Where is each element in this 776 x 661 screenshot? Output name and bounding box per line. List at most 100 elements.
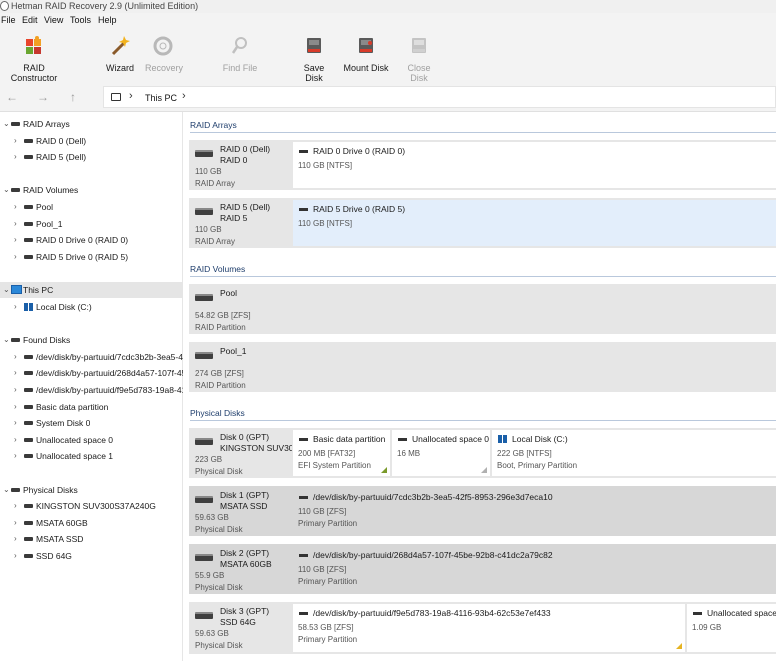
disk-name: RAID 5 (Dell) — [220, 202, 271, 212]
raid-volume-card[interactable]: Pool 54.82 GB [ZFS] RAID Partition — [189, 284, 776, 334]
find-file-button[interactable]: Find File — [222, 35, 258, 73]
chevron-right-icon[interactable]: › — [14, 548, 17, 564]
breadcrumb-this-pc[interactable]: This PC — [145, 93, 177, 103]
tree-group-found-disks[interactable]: ⌄ Found Disks — [0, 332, 183, 348]
chevron-right-icon[interactable]: › — [14, 299, 17, 315]
up-arrow-icon[interactable]: ↑ — [70, 90, 76, 104]
chevron-right-icon[interactable]: › — [14, 531, 17, 547]
tree-item[interactable]: › RAID 0 (Dell) — [0, 133, 183, 149]
raid-array-card[interactable]: RAID 5 (Dell) RAID 5 110 GB RAID Array R… — [189, 198, 776, 248]
chevron-right-icon[interactable]: › — [14, 349, 17, 365]
lifebuoy-icon — [153, 35, 173, 57]
physical-disk-card[interactable]: Disk 1 (GPT) MSATA SSD 59.63 GB Physical… — [189, 486, 776, 536]
tree-item[interactable]: › RAID 5 (Dell) — [0, 149, 183, 165]
wizard-button[interactable]: Wizard — [104, 35, 136, 73]
partition-tile[interactable]: /dev/disk/by-partuuid/f9e5d783-19a8-4116… — [293, 604, 685, 652]
chevron-right-icon[interactable]: › — [14, 515, 17, 531]
disk-type: Physical Disk — [195, 525, 243, 534]
tree-item[interactable]: › /dev/disk/by-partuuid/f9e5d783-19a8-41 — [0, 382, 183, 398]
tree-item[interactable]: › MSATA 60GB — [0, 515, 183, 531]
tree-item[interactable]: › RAID 0 Drive 0 (RAID 0) — [0, 232, 183, 248]
partition-tile[interactable]: Basic data partition 200 MB [FAT32] EFI … — [293, 430, 390, 476]
partition-tile[interactable]: RAID 0 Drive 0 (RAID 0) 110 GB [NTFS] — [293, 142, 776, 188]
tree-item-label: SSD 64G — [36, 551, 72, 561]
disk-icon — [24, 421, 33, 425]
chevron-right-icon[interactable]: › — [14, 498, 17, 514]
chevron-right-icon[interactable]: › — [14, 249, 17, 265]
tree-item[interactable]: › System Disk 0 — [0, 415, 183, 431]
chevron-down-icon[interactable]: ⌄ — [3, 182, 10, 198]
tree-item[interactable]: › KINGSTON SUV300S37A240G — [0, 498, 183, 514]
tree-item[interactable]: › Unallocated space 0 — [0, 432, 183, 448]
chevron-right-icon[interactable]: › — [14, 448, 17, 464]
wizard-wand-icon — [110, 35, 130, 57]
tree-item[interactable]: › /dev/disk/by-partuuid/7cdc3b2b-3ea5-42 — [0, 349, 183, 365]
chevron-down-icon[interactable]: ⌄ — [3, 482, 10, 498]
partition-size: 200 MB [FAT32] — [298, 449, 356, 458]
volume-size: 274 GB [ZFS] — [195, 369, 244, 378]
chevron-down-icon[interactable]: ⌄ — [3, 116, 10, 132]
tree-item-label: Pool_1 — [36, 219, 63, 229]
menu-help[interactable]: Help — [98, 14, 117, 26]
tree-item[interactable]: › Pool — [0, 199, 183, 215]
back-arrow-icon[interactable]: ← — [6, 90, 18, 104]
raid-array-icon — [195, 208, 213, 215]
save-disk-icon — [304, 35, 324, 57]
partition-tile[interactable]: /dev/disk/by-partuuid/7cdc3b2b-3ea5-42f5… — [293, 488, 776, 534]
close-disk-icon — [409, 35, 429, 57]
partition-tile[interactable]: Unallocated space 1 1.09 GB — [687, 604, 776, 652]
save-disk-button[interactable]: Save Disk — [294, 35, 334, 83]
disk-icon — [24, 155, 33, 159]
physical-disk-card[interactable]: Disk 2 (GPT) MSATA 60GB 55.9 GB Physical… — [189, 544, 776, 594]
close-disk-button[interactable]: Close Disk — [398, 35, 440, 83]
tree-group-raid-arrays[interactable]: ⌄ RAID Arrays — [0, 116, 183, 132]
menu-view[interactable]: View — [44, 14, 63, 26]
forward-arrow-icon[interactable]: → — [37, 90, 49, 104]
menu-tools[interactable]: Tools — [70, 14, 91, 26]
tree-item[interactable]: › Local Disk (C:) — [0, 299, 183, 315]
chevron-right-icon[interactable]: › — [14, 432, 17, 448]
chevron-right-icon[interactable]: › — [14, 232, 17, 248]
chevron-right-icon[interactable]: › — [14, 382, 17, 398]
disk-icon — [24, 355, 33, 359]
tree-item[interactable]: › RAID 5 Drive 0 (RAID 5) — [0, 249, 183, 265]
chevron-right-icon[interactable]: › — [14, 365, 17, 381]
tree-item[interactable]: › Basic data partition — [0, 399, 183, 415]
menu-edit[interactable]: Edit — [22, 14, 38, 26]
chevron-right-icon[interactable]: › — [14, 216, 17, 232]
chevron-down-icon[interactable]: ⌄ — [3, 332, 10, 348]
menu-file[interactable]: File — [1, 14, 16, 26]
disk-type: RAID Array — [195, 179, 236, 188]
chevron-right-icon[interactable]: › — [14, 415, 17, 431]
partition-tile[interactable]: /dev/disk/by-partuuid/268d4a57-107f-45be… — [293, 546, 776, 592]
partition-tile[interactable]: Unallocated space 0 16 MB — [392, 430, 490, 476]
sidebar-tree: ⌄ RAID Arrays › RAID 0 (Dell) › RAID 5 (… — [0, 112, 183, 661]
partition-label: RAID 0 Drive 0 (RAID 0) — [313, 146, 406, 156]
chevron-right-icon[interactable]: › — [14, 199, 17, 215]
address-bar[interactable]: › This PC › — [103, 86, 776, 108]
tree-group-physical-disks[interactable]: ⌄ Physical Disks — [0, 482, 183, 498]
chevron-down-icon[interactable]: ⌄ — [3, 282, 10, 298]
raid-volume-card[interactable]: Pool_1 274 GB [ZFS] RAID Partition — [189, 342, 776, 392]
partition-tile[interactable]: Local Disk (C:) 222 GB [NTFS] Boot, Prim… — [492, 430, 776, 476]
chevron-right-icon[interactable]: › — [14, 399, 17, 415]
raid-constructor-button[interactable]: RAID Constructor — [2, 35, 66, 83]
physical-disk-card[interactable]: Disk 0 (GPT) KINGSTON SUV300S 223 GB Phy… — [189, 428, 776, 478]
tree-item-label: RAID 0 (Dell) — [36, 136, 87, 146]
tree-group-raid-volumes[interactable]: ⌄ RAID Volumes — [0, 182, 183, 198]
tree-item[interactable]: › /dev/disk/by-partuuid/268d4a57-107f-45 — [0, 365, 183, 381]
tree-item[interactable]: › SSD 64G — [0, 548, 183, 564]
tree-item[interactable]: › Pool_1 — [0, 216, 183, 232]
partition-tile-selected[interactable]: RAID 5 Drive 0 (RAID 5) 110 GB [NTFS] — [293, 200, 776, 246]
tree-group-this-pc[interactable]: ⌄ This PC — [0, 282, 183, 298]
recovery-button[interactable]: Recovery — [145, 35, 183, 73]
mount-disk-button[interactable]: Mount Disk — [343, 35, 389, 73]
disk-type: Physical Disk — [195, 467, 243, 476]
raid-array-card[interactable]: RAID 0 (Dell) RAID 0 110 GB RAID Array R… — [189, 140, 776, 190]
health-indicator-icon — [676, 643, 682, 649]
chevron-right-icon[interactable]: › — [14, 133, 17, 149]
tree-item[interactable]: › MSATA SSD — [0, 531, 183, 547]
physical-disk-card[interactable]: Disk 3 (GPT) SSD 64G 59.63 GB Physical D… — [189, 602, 776, 654]
chevron-right-icon[interactable]: › — [14, 149, 17, 165]
tree-item[interactable]: › Unallocated space 1 — [0, 448, 183, 464]
